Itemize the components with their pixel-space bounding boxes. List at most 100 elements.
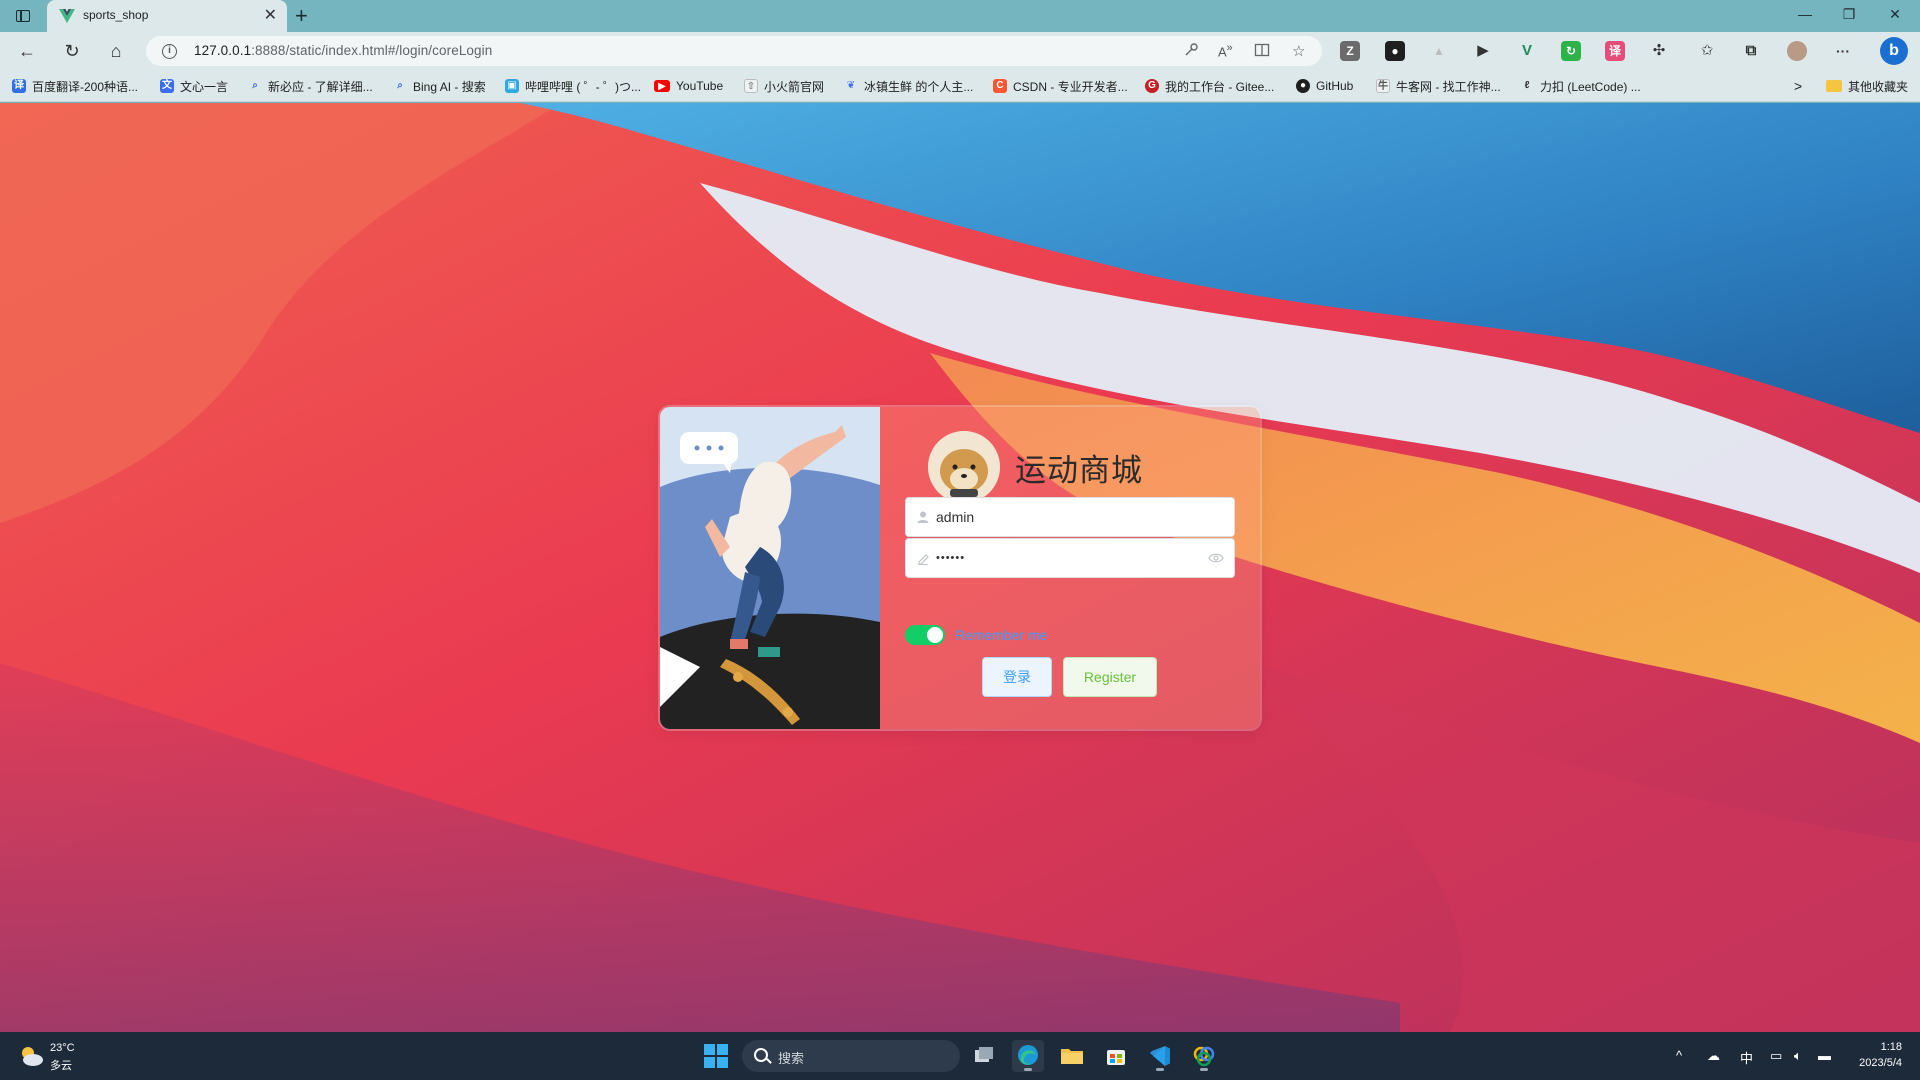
clock-date[interactable]: 2023/5/4 — [1859, 1057, 1902, 1069]
bookmark-item[interactable]: G 我的工作台 - Gitee... — [1145, 78, 1274, 94]
start-button[interactable] — [704, 1044, 728, 1068]
windows-logo-icon — [717, 1044, 728, 1055]
windows-logo-icon — [704, 1057, 715, 1068]
remember-me-switch[interactable] — [905, 625, 945, 645]
bookmark-item[interactable]: ℓ 力扣 (LeetCode) ... — [1520, 78, 1641, 94]
address-bar[interactable]: i 127.0.0.1:8888/static/index.html#/logi… — [146, 36, 1322, 66]
extension-1-icon[interactable]: Z — [1340, 41, 1360, 61]
favorites-icon[interactable]: ✩ — [1697, 41, 1717, 61]
edit-icon — [918, 554, 929, 565]
partly-cloudy-icon[interactable] — [17, 1044, 45, 1068]
network-icon[interactable]: ▭ — [1770, 1048, 1782, 1064]
vscode-taskbar-app[interactable] — [1144, 1040, 1176, 1072]
tab-actions-button[interactable] — [12, 7, 34, 25]
browser-tab-active[interactable]: sports_shop ✕ — [47, 0, 287, 32]
file-explorer-taskbar-app[interactable] — [1056, 1040, 1088, 1072]
extension-green-icon[interactable]: ↻ — [1561, 41, 1581, 61]
bookmarks-bar: 译百度翻译-200种语... 文文心一言 ⌕ 新必应 - 了解详细... ⌕ Bin… — [0, 70, 1920, 102]
split-screen-icon[interactable] — [1254, 42, 1270, 58]
extension-2-icon[interactable]: ● — [1385, 41, 1405, 61]
bookmarks-overflow-chevron-icon[interactable]: > — [1794, 78, 1802, 94]
remember-me-label[interactable]: Remember me — [955, 627, 1048, 643]
bing-copilot-icon[interactable]: b — [1880, 37, 1908, 65]
active-indicator — [1024, 1068, 1032, 1071]
search-icon — [754, 1048, 768, 1062]
tab-close-icon[interactable]: ✕ — [264, 6, 277, 26]
vue-logo-icon — [59, 9, 75, 23]
extensions-puzzle-icon[interactable]: ✣ — [1649, 41, 1669, 61]
password-input[interactable]: •••••• — [936, 552, 965, 564]
address-url[interactable]: 127.0.0.1:8888/static/index.html#/login/… — [194, 43, 492, 58]
bookmark-label: Bing AI - 搜索 — [413, 79, 486, 94]
extension-translate-icon[interactable]: 译 — [1605, 41, 1625, 61]
windows-taskbar: 23°C 多云 搜索 ^ ☁ 中 ▭ 🔈︎ ▬ 1:18 2023/5/4 — [0, 1032, 1920, 1080]
username-input[interactable]: admin — [936, 509, 974, 525]
windows-logo-icon — [717, 1057, 728, 1068]
gitee-icon: G — [1145, 79, 1159, 93]
bookmark-item[interactable]: ⌕ Bing AI - 搜索 — [393, 78, 486, 94]
key-icon[interactable] — [1183, 42, 1199, 58]
bookmark-item[interactable]: ▣ 哔哩哔哩 ( ゜- ゜)つ... — [505, 78, 641, 94]
login-button[interactable]: 登录 — [982, 657, 1052, 697]
reload-button[interactable]: ↻ — [60, 40, 84, 62]
vue-devtools-icon[interactable]: V — [1517, 41, 1537, 61]
bookmark-label: 新必应 - 了解详细... — [268, 79, 373, 94]
bookmark-label: 牛客网 - 找工作神... — [1396, 79, 1501, 94]
bookmark-label: 小火箭官网 — [764, 79, 825, 94]
bookmark-item[interactable]: ● GitHub — [1296, 78, 1353, 94]
weather-description[interactable]: 多云 — [50, 1057, 72, 1073]
collections-icon[interactable]: ⧉ — [1741, 41, 1761, 61]
csdn-icon: C — [993, 79, 1007, 93]
password-field[interactable]: •••••• — [905, 538, 1235, 578]
bookmark-item[interactable]: ⇧ 小火箭官网 — [744, 78, 824, 94]
profile-avatar[interactable] — [1787, 41, 1807, 61]
read-aloud-icon[interactable]: A» — [1218, 42, 1233, 59]
home-button[interactable]: ⌂ — [104, 40, 128, 62]
rocket-icon: ⇧ — [744, 79, 758, 93]
bookmark-item[interactable]: ▶ YouTube — [654, 78, 723, 94]
extension-3-icon[interactable]: ▲ — [1429, 41, 1449, 61]
store-taskbar-app[interactable] — [1100, 1040, 1132, 1072]
close-window-button[interactable]: ✕ — [1884, 6, 1906, 23]
bookmark-label: CSDN - 专业开发者... — [1013, 79, 1128, 94]
bookmark-item[interactable]: ⌕ 新必应 - 了解详细... — [248, 78, 373, 94]
show-hidden-icons-chevron-icon[interactable]: ^ — [1676, 1048, 1682, 1063]
bookmark-item[interactable]: ❦ 冰镇生鲜 的个人主... — [844, 78, 974, 94]
task-view-button[interactable] — [968, 1040, 1000, 1072]
user-icon — [917, 511, 929, 523]
onedrive-cloud-icon[interactable]: ☁ — [1707, 1048, 1720, 1064]
bookmark-item[interactable]: 译百度翻译-200种语... — [12, 78, 138, 94]
register-button[interactable]: Register — [1063, 657, 1157, 697]
weather-temperature[interactable]: 23°C — [50, 1042, 75, 1054]
input-method-indicator[interactable]: 中 — [1740, 1048, 1753, 1067]
back-button[interactable]: ← — [15, 40, 39, 62]
new-tab-button[interactable]: + — [295, 3, 308, 29]
leetcode-icon: ℓ — [1524, 80, 1530, 91]
show-password-eye-icon[interactable] — [1208, 551, 1224, 565]
browser-toolbar: ← ↻ ⌂ i 127.0.0.1:8888/static/index.html… — [0, 32, 1920, 70]
taskbar-search[interactable]: 搜索 — [742, 1040, 960, 1072]
bookmark-item[interactable]: C CSDN - 专业开发者... — [993, 78, 1128, 94]
minimize-button[interactable]: — — [1794, 6, 1816, 22]
bookmark-item[interactable]: 文文心一言 — [160, 78, 228, 94]
username-field[interactable]: admin — [905, 497, 1235, 537]
add-favorite-icon[interactable]: ☆ — [1292, 42, 1305, 60]
bookmark-label: 我的工作台 - Gitee... — [1165, 79, 1275, 94]
settings-more-button[interactable]: ··· — [1833, 41, 1853, 61]
restore-button[interactable]: ❐ — [1838, 6, 1860, 23]
bilibili-icon: ▣ — [505, 79, 519, 93]
edge-taskbar-app[interactable] — [1012, 1040, 1044, 1072]
colorful-app-taskbar-app[interactable] — [1188, 1040, 1220, 1072]
search-icon: ⌕ — [397, 80, 403, 91]
wenxin-icon: 文 — [160, 79, 174, 93]
volume-icon[interactable]: 🔈︎ — [1794, 1048, 1802, 1064]
bookmark-label: 力扣 (LeetCode) ... — [1540, 79, 1641, 94]
sidebar-icon — [16, 10, 30, 22]
clock-time[interactable]: 1:18 — [1881, 1041, 1902, 1053]
site-info-icon[interactable]: i — [162, 44, 177, 59]
extension-play-icon[interactable]: ▶ — [1473, 41, 1493, 61]
battery-icon[interactable]: ▬ — [1818, 1048, 1831, 1063]
url-host: 127.0.0.1 — [194, 43, 252, 58]
other-favorites-folder[interactable]: 其他收藏夹 — [1826, 78, 1908, 94]
bookmark-item[interactable]: 牛牛客网 - 找工作神... — [1376, 78, 1501, 94]
